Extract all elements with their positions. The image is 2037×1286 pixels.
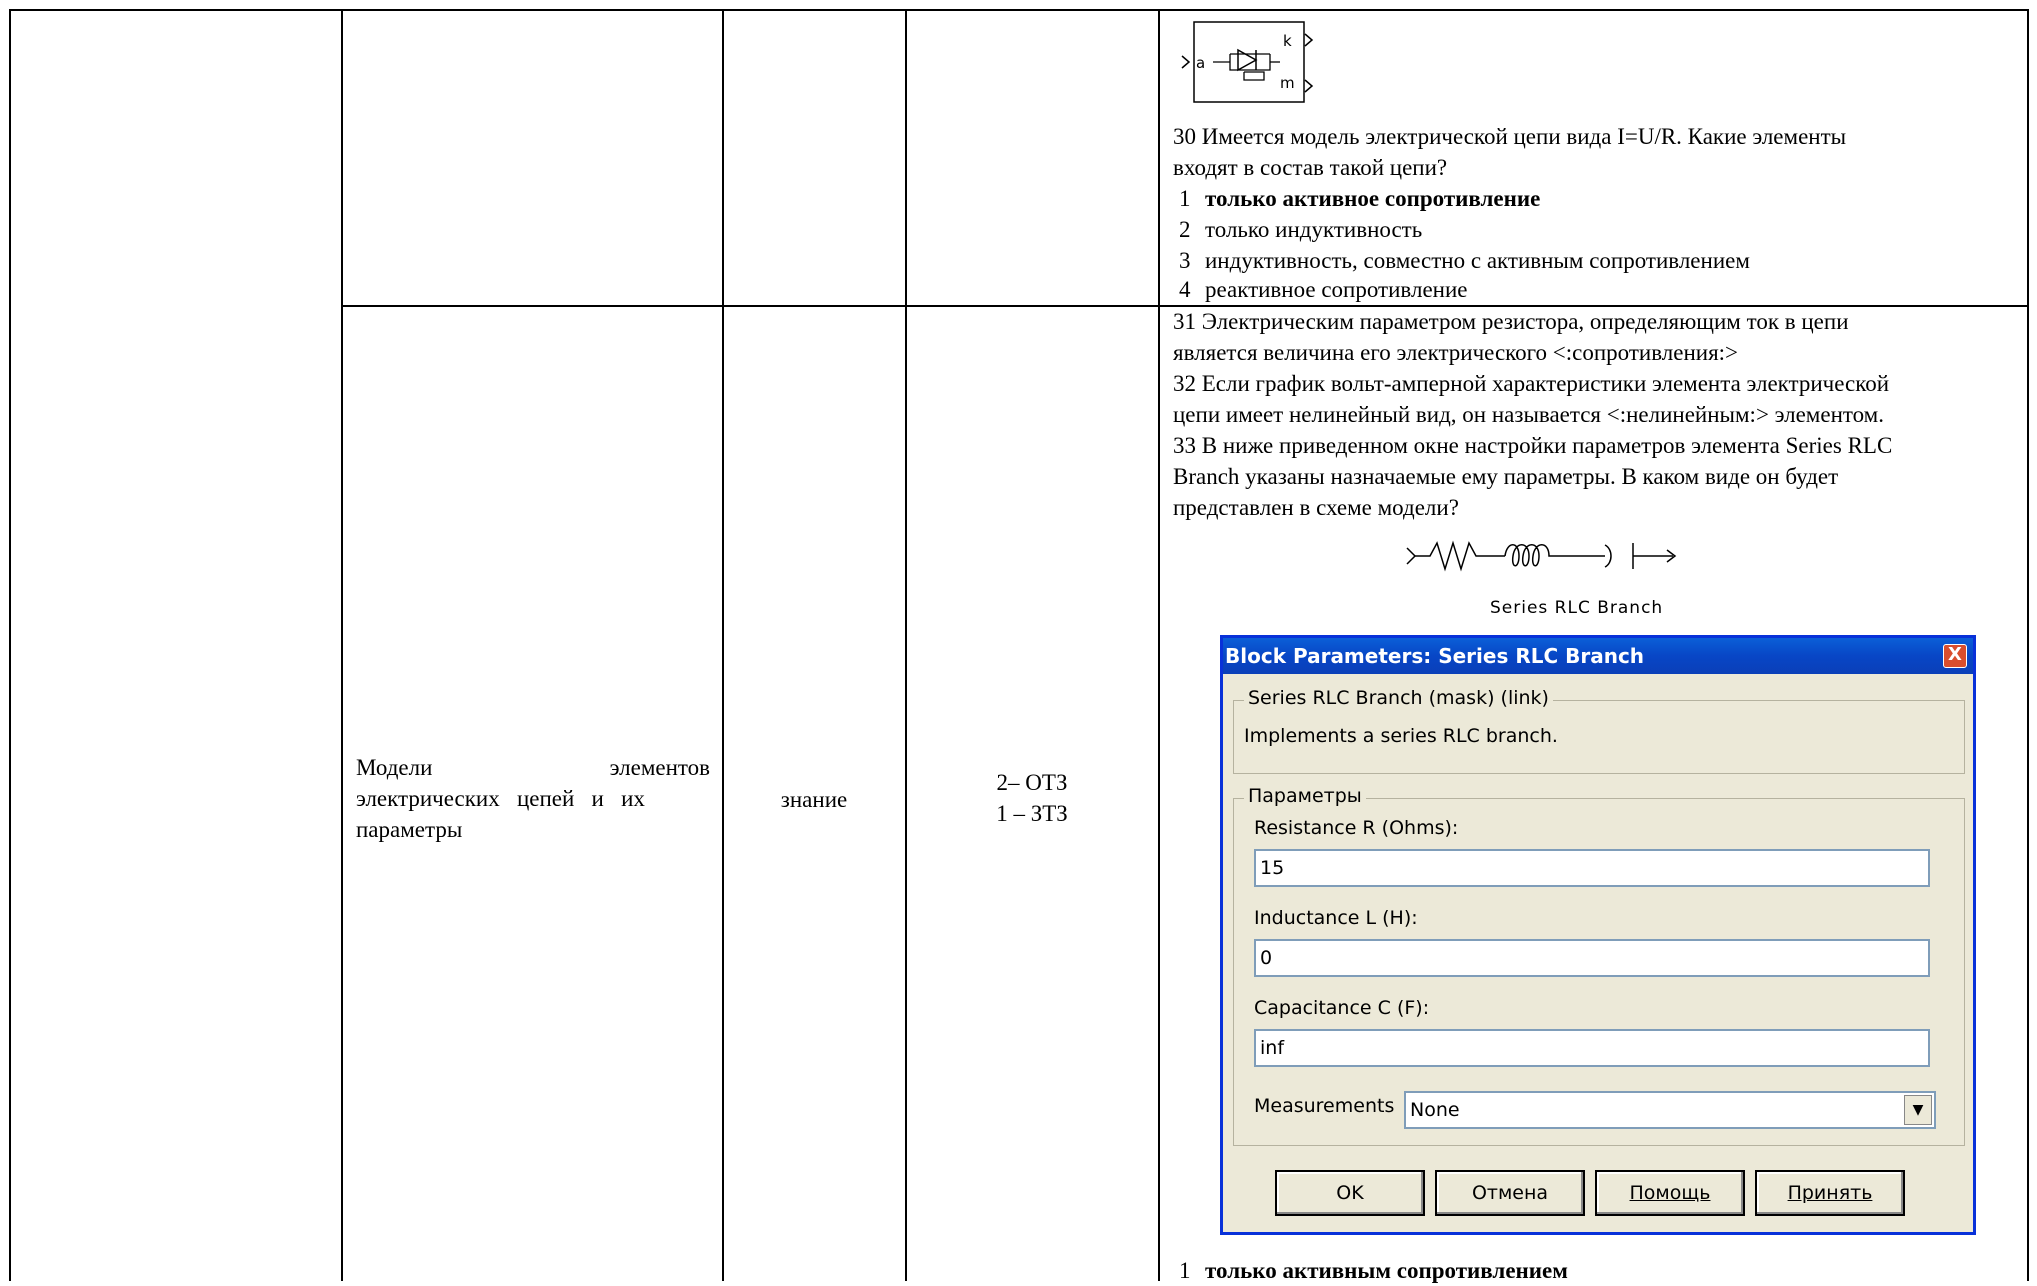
mask-group-label: Series RLC Branch (mask) (link) xyxy=(1244,687,1553,709)
mask-group: Series RLC Branch (mask) (link) Implemen… xyxy=(1233,687,1965,774)
port-m-label: m xyxy=(1280,74,1295,92)
answer-option: 1 только активным сопротивлением xyxy=(1179,1258,1568,1283)
measurements-label: Measurements xyxy=(1254,1095,1395,1117)
table-border-col2 xyxy=(722,9,724,1281)
thyristor-block-icon: a k m xyxy=(1181,21,1314,103)
task-count-cell: 2– ОТЗ 1 – ЗТЗ xyxy=(996,770,1068,826)
answer-option: 3 индуктивность, совместно с активным соп… xyxy=(1179,248,1750,273)
cancel-button[interactable]: Отмена xyxy=(1435,1170,1585,1216)
table-border-left xyxy=(9,9,11,1281)
question-32-line2: цепи имеет нелинейный вид, он называется… xyxy=(1173,402,1884,427)
parameters-group-label: Параметры xyxy=(1244,785,1366,807)
dialog-title-bar[interactable]: Block Parameters: Series RLC Branch X xyxy=(1223,638,1973,674)
question-30-line1: 30 Имеется модель электрической цепи вид… xyxy=(1173,124,1847,149)
question-30-line2: входят в состав такой цепи? xyxy=(1173,155,1448,180)
rlc-branch-icon xyxy=(1406,540,1677,572)
question-32-line1: 32 Если график вольт-амперной характерис… xyxy=(1173,371,1890,396)
rlc-branch-caption: Series RLC Branch xyxy=(1490,598,1664,618)
question-33-line1: 33 В ниже приведенном окне настройки пар… xyxy=(1173,433,1893,458)
question-33-line2: Branch указаны назначаемые ему параметры… xyxy=(1173,464,1839,489)
answer-option: 4 реактивное сопротивление xyxy=(1179,277,1468,302)
inductance-label: Inductance L (H): xyxy=(1254,907,1418,929)
close-icon[interactable]: X xyxy=(1943,644,1967,668)
chevron-down-icon[interactable]: ▼ xyxy=(1904,1095,1932,1125)
capacitance-label: Capacitance C (F): xyxy=(1254,997,1430,1019)
topic-cell: Модели элементов электрических цепей и их… xyxy=(356,755,710,842)
table-border-col4 xyxy=(1158,9,1160,1281)
dialog-title: Block Parameters: Series RLC Branch xyxy=(1225,644,1645,668)
table-border-col3 xyxy=(905,9,907,1281)
resistance-label: Resistance R (Ohms): xyxy=(1254,817,1459,839)
question-31-line2: является величина его электрического <:с… xyxy=(1173,340,1739,365)
measurements-value: None xyxy=(1410,1099,1460,1121)
mask-description: Implements a series RLC branch. xyxy=(1244,725,1558,747)
table-border-top xyxy=(9,9,2029,11)
port-k-label: k xyxy=(1283,32,1292,50)
capacitance-input[interactable]: inf xyxy=(1254,1029,1930,1067)
port-a-label: a xyxy=(1196,54,1205,72)
ok-button[interactable]: OK xyxy=(1275,1170,1425,1216)
table-border-right xyxy=(2027,9,2029,1281)
resistance-input[interactable]: 15 xyxy=(1254,849,1930,887)
parameters-group: Параметры Resistance R (Ohms): 15 Induct… xyxy=(1233,785,1965,1146)
answer-option: 1 только активное сопротивление xyxy=(1179,186,1541,211)
competence-type-cell: знание xyxy=(780,787,848,812)
question-33-line3: представлен в схеме модели? xyxy=(1173,495,1459,520)
apply-button[interactable]: Принять xyxy=(1755,1170,1905,1216)
table-border-col1 xyxy=(341,9,343,1281)
measurements-select[interactable]: None ▼ xyxy=(1404,1091,1936,1129)
question-31-line1: 31 Электрическим параметром резистора, о… xyxy=(1173,309,1849,334)
inductance-input[interactable]: 0 xyxy=(1254,939,1930,977)
answer-option: 2 только индуктивность xyxy=(1179,217,1423,242)
help-button[interactable]: Помощь xyxy=(1595,1170,1745,1216)
block-parameters-dialog: Block Parameters: Series RLC Branch X Se… xyxy=(1220,635,1976,1235)
